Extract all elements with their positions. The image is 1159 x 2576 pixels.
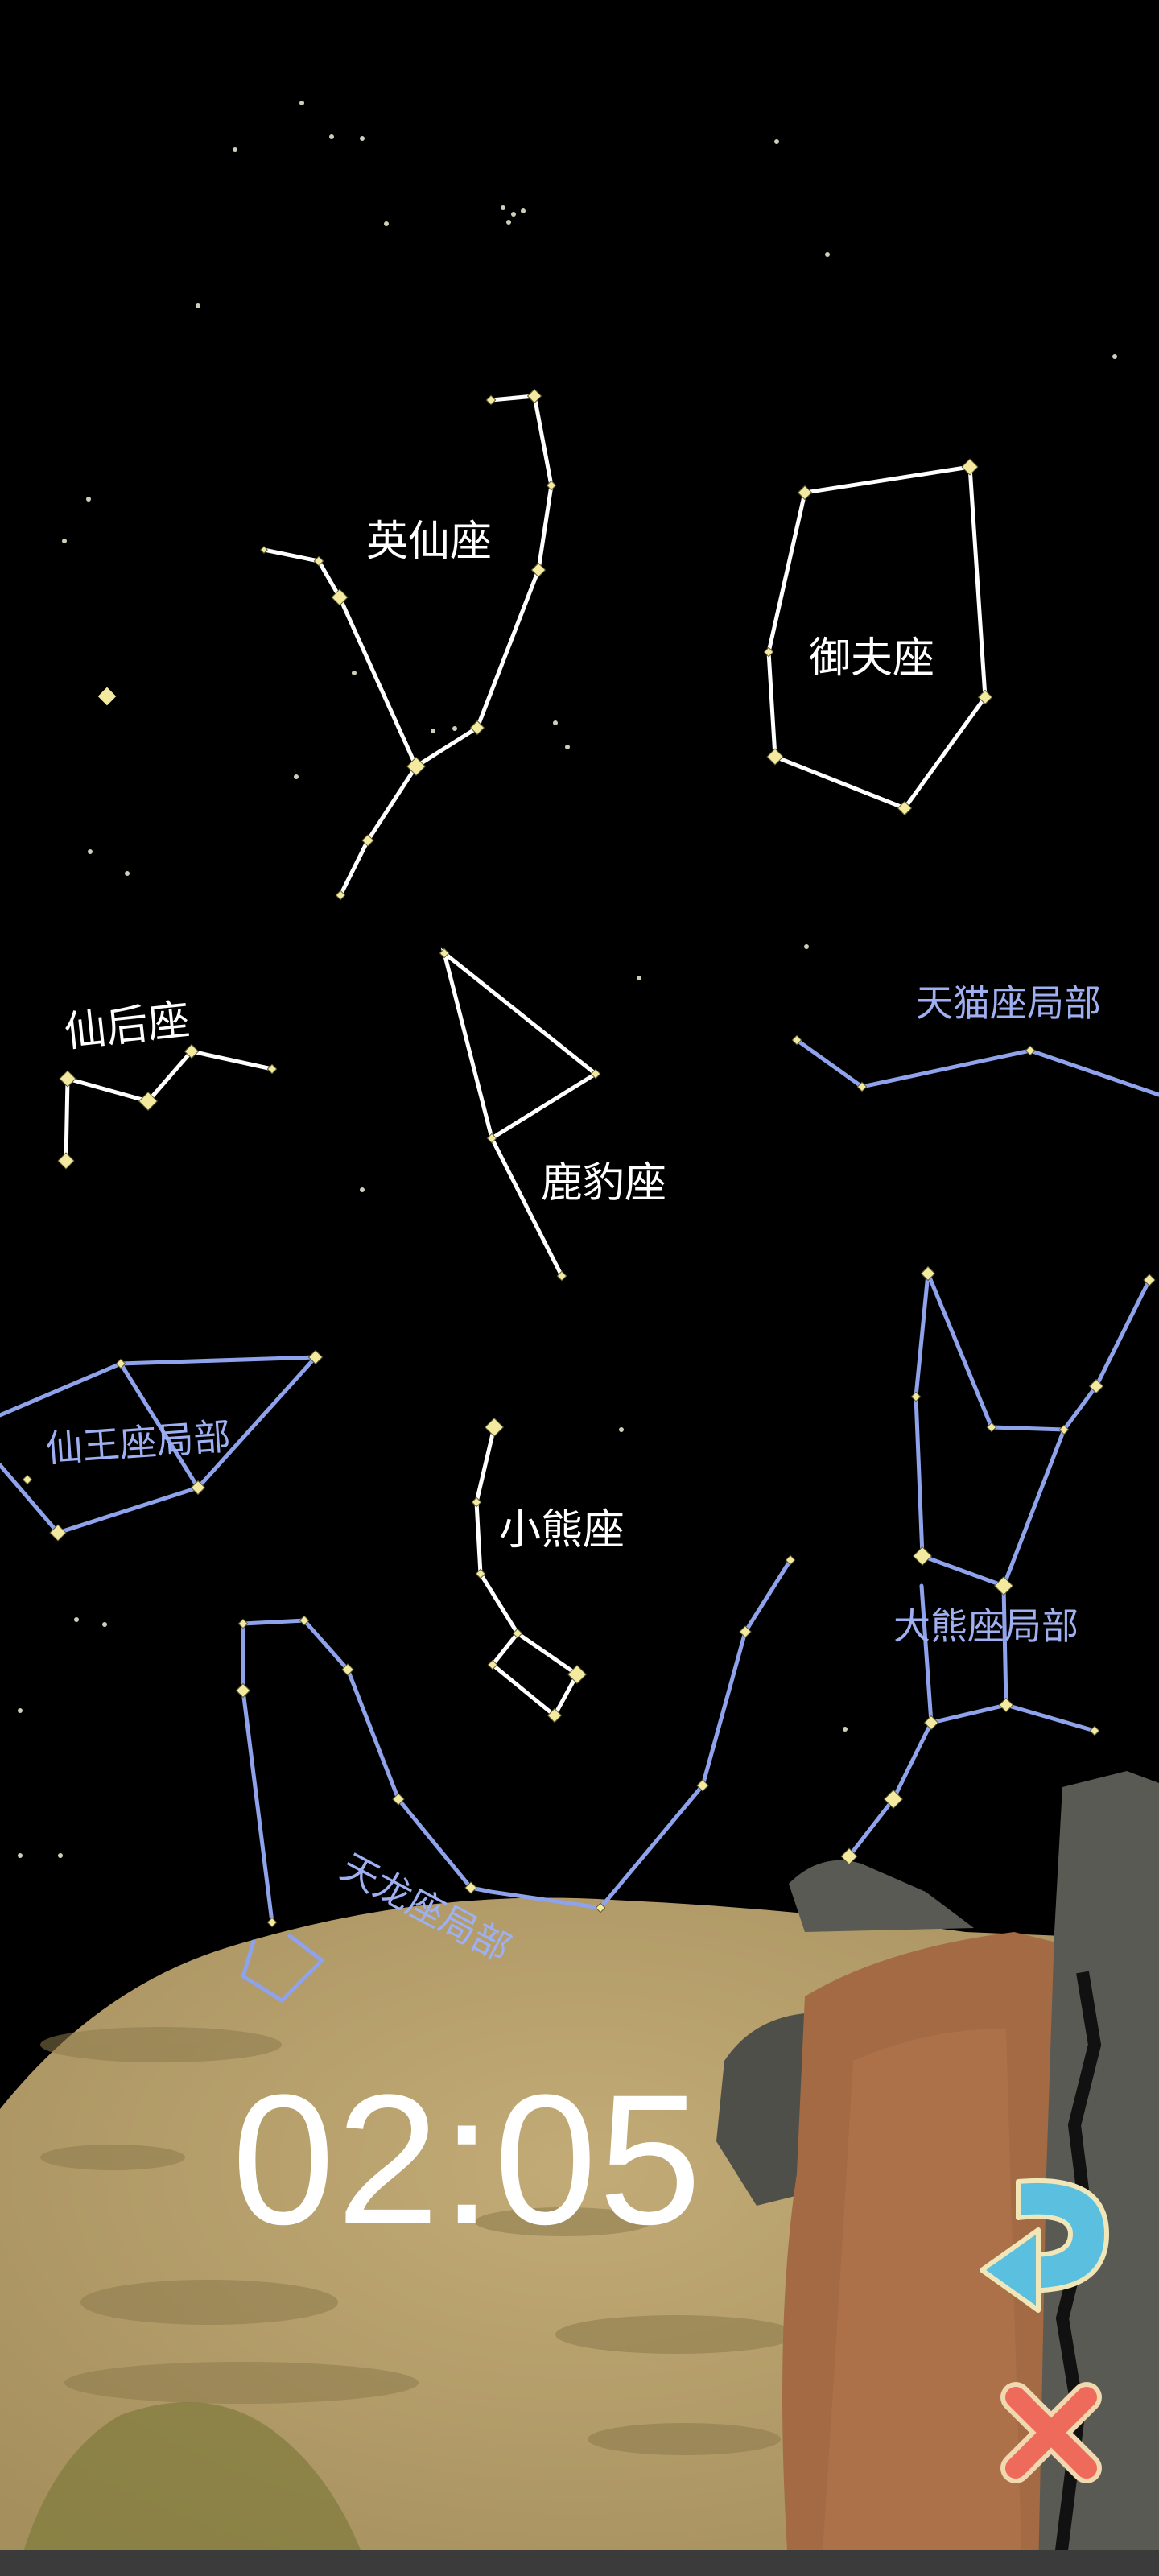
label-lynx-part: 天猫座局部	[916, 981, 1101, 1025]
label-perseus: 英仙座	[366, 518, 492, 566]
star-map-scene: 英仙座 御夫座 仙后座 鹿豹座 天猫座局部 仙王座局部 小熊座 大熊座局部 天龙…	[0, 0, 1159, 2576]
label-ursa-major-part: 大熊座局部	[893, 1604, 1079, 1648]
label-auriga: 御夫座	[809, 634, 934, 683]
label-ursa-minor: 小熊座	[499, 1506, 625, 1554]
countdown-timer: 02:05	[232, 2056, 703, 2263]
label-camelopardalis: 鹿豹座	[541, 1159, 666, 1208]
